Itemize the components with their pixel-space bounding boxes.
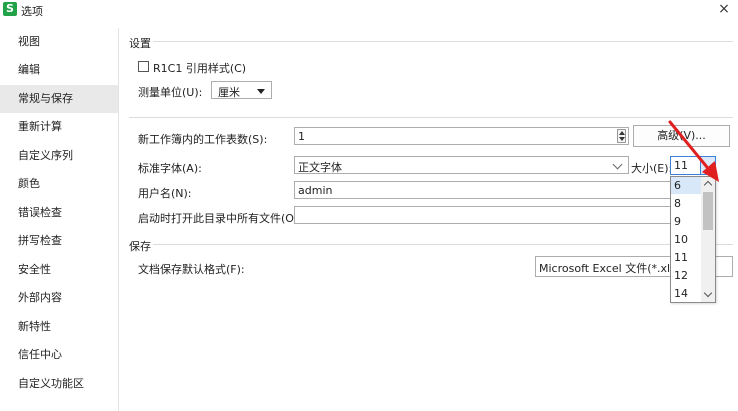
dropdown-arrow-icon xyxy=(257,89,265,94)
section-divider xyxy=(129,117,733,118)
username-label: 用户名(N): xyxy=(138,187,192,200)
unit-select[interactable]: 厘米 xyxy=(211,81,272,99)
sidebar-item-general-save[interactable]: 常规与保存 xyxy=(0,85,118,113)
advanced-button[interactable]: 高级(V)... xyxy=(633,125,730,147)
spinner-icon[interactable] xyxy=(617,129,626,143)
unit-value: 厘米 xyxy=(218,86,240,99)
startup-folder-input[interactable] xyxy=(294,206,674,224)
sidebar-item-external-content[interactable]: 外部内容 xyxy=(0,284,118,312)
font-value: 正文字体 xyxy=(298,161,342,174)
font-size-select[interactable]: 11 xyxy=(670,156,716,175)
username-value: admin xyxy=(298,184,333,197)
sidebar-item-recalculate[interactable]: 重新计算 xyxy=(0,113,118,141)
sidebar-item-view[interactable]: 视图 xyxy=(0,28,118,56)
size-option-8[interactable]: 8 xyxy=(671,195,701,212)
save-format-label: 文档保存默认格式(F): xyxy=(138,263,245,276)
startup-folder-label: 启动时打开此目录中所有文件(O): xyxy=(138,212,302,225)
size-dropdown-button[interactable] xyxy=(700,157,715,174)
save-format-value: Microsoft Excel 文件(*.xlsx xyxy=(539,262,683,275)
sheets-label: 新工作簿内的工作表数(S): xyxy=(138,133,268,146)
sidebar-item-custom-lists[interactable]: 自定义序列 xyxy=(0,142,118,170)
sidebar-item-spell-check[interactable]: 拼写检查 xyxy=(0,227,118,255)
size-option-9[interactable]: 9 xyxy=(671,213,701,230)
sheets-count-input[interactable]: 1 xyxy=(294,127,629,145)
sidebar-item-trust-center[interactable]: 信任中心 xyxy=(0,341,118,369)
chevron-down-icon xyxy=(703,158,714,169)
sidebar-item-new-features[interactable]: 新特性 xyxy=(0,313,118,341)
font-size-value: 11 xyxy=(674,159,688,172)
sidebar-item-color[interactable]: 颜色 xyxy=(0,170,118,198)
username-input[interactable]: admin xyxy=(294,181,674,199)
font-select[interactable]: 正文字体 xyxy=(294,156,629,174)
wps-logo-icon: S xyxy=(3,2,17,16)
size-option-10[interactable]: 10 xyxy=(671,231,701,248)
sheets-count-value: 1 xyxy=(298,130,305,143)
dialog-title: 选项 xyxy=(21,5,43,18)
sidebar-item-edit[interactable]: 编辑 xyxy=(0,56,118,84)
dropdown-scrollbar[interactable] xyxy=(701,177,715,302)
font-size-dropdown-list[interactable]: 6 8 9 10 11 12 14 xyxy=(670,176,716,303)
sidebar: 视图 编辑 常规与保存 重新计算 自定义序列 颜色 错误检查 拼写检查 安全性 … xyxy=(0,28,119,411)
close-icon[interactable]: × xyxy=(715,0,733,18)
unit-label: 测量单位(U): xyxy=(138,86,203,99)
scroll-thumb[interactable] xyxy=(703,192,713,230)
scroll-up-icon[interactable] xyxy=(703,180,713,190)
settings-section-label: 设置 xyxy=(129,37,151,50)
section-divider xyxy=(153,41,733,42)
size-option-12[interactable]: 12 xyxy=(671,267,701,284)
font-label: 标准字体(A): xyxy=(138,162,202,175)
save-section-label: 保存 xyxy=(129,240,151,253)
r1c1-label: R1C1 引用样式(C) xyxy=(153,62,247,75)
size-label: 大小(E): xyxy=(631,162,673,175)
size-option-11[interactable]: 11 xyxy=(671,249,701,266)
settings-panel: 设置 R1C1 引用样式(C) 测量单位(U): 厘米 新工作簿内的工作表数(S… xyxy=(119,20,738,411)
r1c1-checkbox[interactable] xyxy=(138,61,149,72)
sidebar-item-error-check[interactable]: 错误检查 xyxy=(0,199,118,227)
scroll-down-icon[interactable] xyxy=(703,288,713,298)
sidebar-item-customize-ribbon[interactable]: 自定义功能区 xyxy=(0,370,118,398)
size-option-6[interactable]: 6 xyxy=(671,177,701,194)
chevron-down-icon xyxy=(612,159,623,170)
section-divider xyxy=(153,244,733,245)
size-option-14[interactable]: 14 xyxy=(671,285,701,302)
sidebar-item-security[interactable]: 安全性 xyxy=(0,256,118,284)
title-bar: S 选项 × xyxy=(0,0,738,20)
